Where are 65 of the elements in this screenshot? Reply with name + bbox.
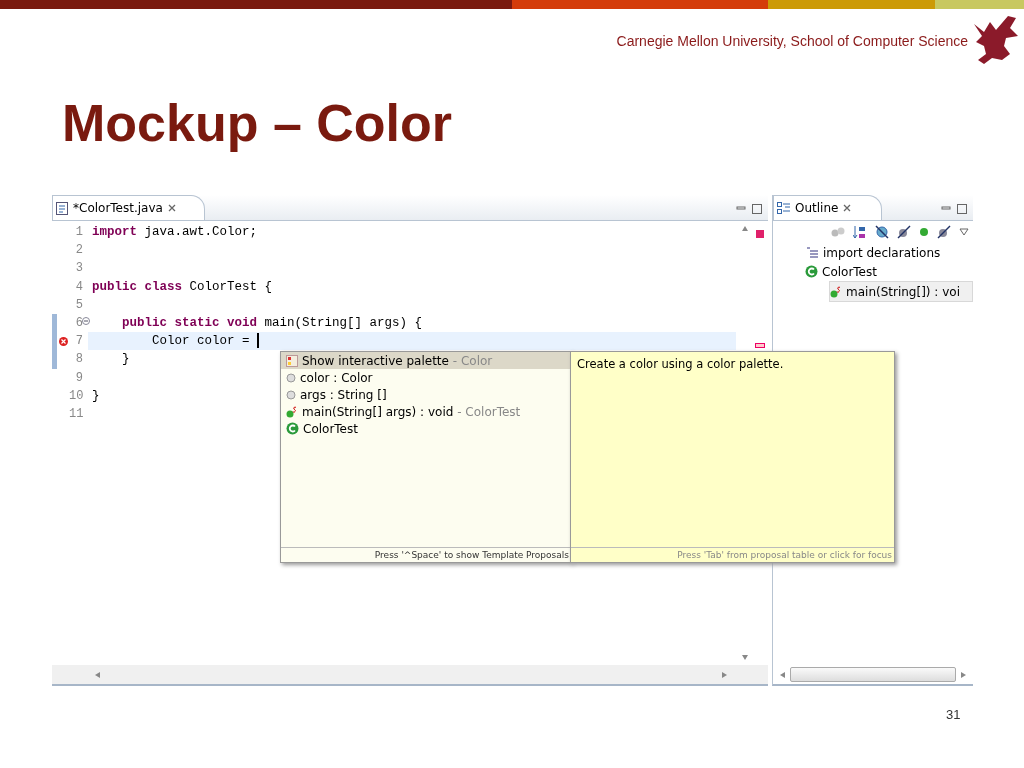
- hide-fields-icon[interactable]: [875, 225, 889, 239]
- palette-icon: [286, 354, 298, 367]
- slide-title: Mockup – Color: [61, 93, 454, 154]
- maximize-icon[interactable]: [957, 204, 967, 214]
- proposal-item[interactable]: args : String []: [281, 386, 571, 403]
- code-line: }: [121, 352, 130, 367]
- editor-tab[interactable]: *ColorTest.java: [52, 195, 205, 220]
- line-number: 2: [74, 243, 83, 258]
- scrollbar-thumb[interactable]: [790, 667, 956, 682]
- class-icon: [286, 422, 299, 435]
- hide-static-icon[interactable]: [897, 225, 911, 239]
- focus-hint: Press 'Tab' from proposal table or click for focus: [571, 547, 894, 562]
- outline-tab[interactable]: Outline: [773, 195, 883, 220]
- field-icon: [286, 389, 296, 400]
- line-number: 11: [69, 406, 83, 421]
- proposal-item[interactable]: Show interactive palette - Color: [281, 352, 571, 369]
- code-line: public static void main(String[] args) {: [121, 315, 423, 330]
- file-icon: [56, 201, 68, 215]
- error-overview-icon: [756, 230, 764, 238]
- code-line: }: [92, 388, 100, 403]
- text-cursor: [257, 333, 259, 349]
- outline-item[interactable]: main(String[]) : voi: [829, 281, 973, 302]
- maximize-icon[interactable]: [752, 204, 762, 214]
- sort-icon[interactable]: [853, 225, 867, 239]
- page-number: 31: [946, 707, 961, 722]
- institution-header: Carnegie Mellon University, School of Computer Science: [616, 33, 968, 49]
- static-method-icon: [830, 285, 842, 298]
- scroll-left-icon[interactable]: [94, 671, 101, 678]
- dot-icon[interactable]: [919, 227, 929, 237]
- field-icon: [286, 372, 296, 383]
- line-number: 3: [74, 261, 83, 276]
- outline-item[interactable]: ColorTest: [805, 262, 973, 281]
- outline-icon: [777, 202, 790, 214]
- line-number: 7: [74, 334, 83, 349]
- line-number: 4: [74, 279, 83, 294]
- proposal-description: Create a color using a color palette.: [576, 356, 785, 373]
- close-icon[interactable]: [843, 204, 852, 212]
- outline-item[interactable]: import declarations: [805, 243, 973, 262]
- hide-local-types-icon[interactable]: [937, 225, 951, 239]
- line-number: 6: [74, 316, 83, 331]
- fold-icon[interactable]: [82, 316, 90, 325]
- scroll-down-icon[interactable]: [740, 654, 748, 661]
- proposal-item[interactable]: main(String[] args) : void - ColorTest: [281, 403, 571, 420]
- code-line: Color color =: [151, 334, 251, 349]
- error-marker-icon: [755, 343, 765, 348]
- line-number: 9: [74, 370, 83, 385]
- scroll-right-icon[interactable]: [960, 671, 967, 678]
- close-icon[interactable]: [167, 204, 176, 212]
- line-number: 8: [74, 352, 83, 367]
- line-number: 1: [74, 225, 83, 240]
- group-icon[interactable]: [831, 226, 845, 238]
- line-number: 10: [69, 388, 83, 403]
- class-icon: [805, 265, 818, 278]
- proposal-item[interactable]: color : Color: [281, 369, 571, 386]
- line-number: 5: [74, 297, 83, 312]
- code-line: import java.awt.Color;: [92, 225, 258, 239]
- static-method-icon: [286, 405, 298, 418]
- code-line: public class ColorTest {: [92, 279, 273, 294]
- scroll-left-icon[interactable]: [779, 671, 786, 678]
- imports-icon: [805, 246, 819, 259]
- proposals-hint: Press '^Space' to show Template Proposals: [281, 547, 571, 562]
- scroll-up-icon[interactable]: [740, 225, 748, 232]
- proposal-item[interactable]: ColorTest: [281, 420, 571, 437]
- scroll-right-icon[interactable]: [721, 671, 728, 678]
- view-menu-icon[interactable]: [959, 228, 969, 236]
